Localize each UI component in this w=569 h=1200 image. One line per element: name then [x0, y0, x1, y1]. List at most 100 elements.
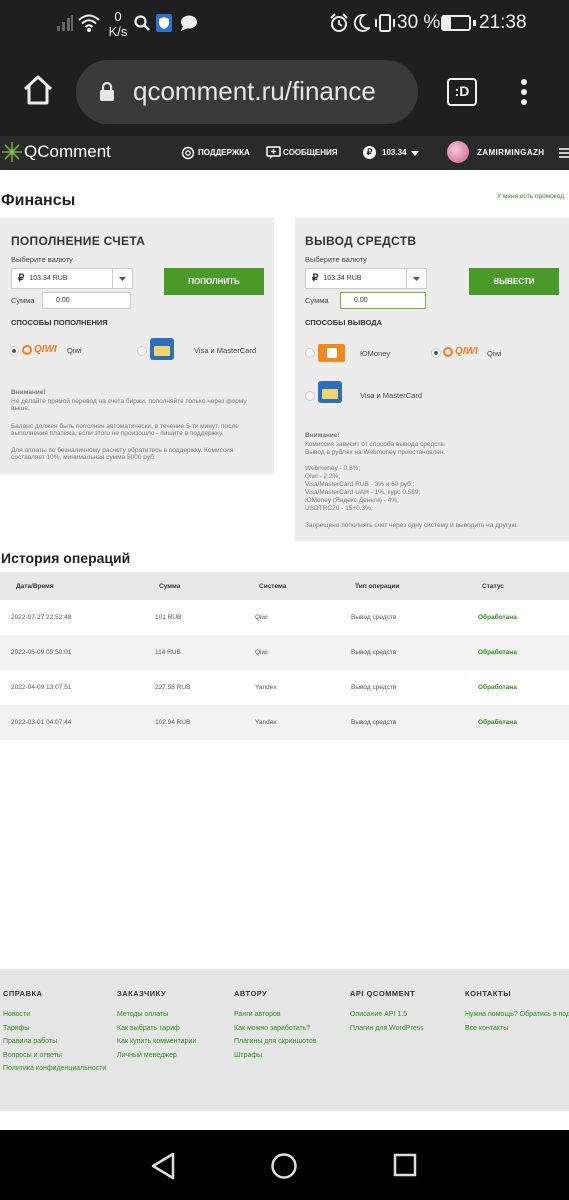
table-row: 2022-03-01 04:07:44 102.94 RUB Yandex Вы…: [0, 705, 569, 740]
footer-heading: API QCOMMENT: [350, 989, 416, 998]
more-icon[interactable]: [518, 77, 530, 107]
history-header: Дата/Время Сумма Система Тип операции Ст…: [0, 572, 569, 600]
qiwi-logo: QIWI: [22, 344, 57, 355]
withdraw-yumoney-radio[interactable]: [305, 348, 315, 358]
withdraw-title: ВЫВОД СРЕДСТВ: [305, 234, 417, 248]
col-date: Дата/Время: [0, 572, 143, 600]
recents-icon[interactable]: [393, 1153, 417, 1177]
alarm-icon: [330, 13, 348, 32]
withdraw-button[interactable]: ВЫВЕСТИ: [469, 268, 559, 295]
page-title: Финансы: [1, 192, 76, 209]
footer-col-customer: ЗАКАЗЧИКУ Методы оплаты Как выбрать тари…: [117, 989, 196, 1065]
fee-yumoney: ЮMoney (Яндекс.Деньги) - 4%;: [305, 497, 399, 504]
vibrate-icon: [375, 14, 395, 32]
qiwi-logo: QIWI: [443, 346, 478, 357]
footer-heading: СПРАВКА: [3, 989, 43, 998]
row-amount: 114 RUB: [143, 635, 241, 670]
footer-link[interactable]: Ранги авторов: [234, 1011, 317, 1019]
card-wallet-icon: [318, 381, 342, 403]
withdraw-card-radio[interactable]: [305, 391, 315, 401]
withdraw-method-card: Visa и MasterCard: [360, 391, 422, 400]
deposit-title: ПОПОЛНЕНИЕ СЧЕТА: [11, 234, 146, 248]
table-row: 2022-04-09 13:07:51 227.58 RUB Yandex Вы…: [0, 670, 569, 705]
deposit-methods-title: СПОСОБЫ ПОПОЛНЕНИЯ: [11, 318, 108, 327]
footer-link[interactable]: Как можно заработать?: [234, 1025, 317, 1033]
footer-col-api: API QCOMMENT Описание API 1.5 Плагин для…: [350, 989, 424, 1038]
withdraw-qiwi-radio[interactable]: [431, 348, 441, 358]
card-wallet-icon: [150, 338, 174, 360]
fee-qiwi: Qiwi - 2.2%;: [305, 473, 341, 480]
deposit-currency-select[interactable]: ₽ 103.34 RUB: [11, 268, 133, 289]
signal-icon: [57, 15, 73, 31]
row-date: 2022-04-09 13:07:51: [11, 684, 72, 691]
footer-link[interactable]: Описание API 1.5: [350, 1011, 424, 1019]
deposit-button[interactable]: ПОПОЛНИТЬ: [164, 268, 264, 295]
footer-link[interactable]: Как купить комментарии: [117, 1038, 196, 1046]
chevron-down-icon: [112, 269, 132, 288]
home-circle-icon[interactable]: [270, 1152, 298, 1180]
footer-link[interactable]: Плагины для скриншотов: [234, 1038, 317, 1046]
withdraw-currency-select[interactable]: ₽ 103.34 RUB: [305, 268, 427, 289]
back-icon[interactable]: [150, 1152, 176, 1180]
ruble-icon: ₽: [18, 273, 25, 284]
deposit-notice-3: Для оплаты по безналичному расчету обрат…: [11, 447, 234, 462]
footer-link[interactable]: Новости: [3, 1011, 106, 1019]
nav-balance[interactable]: 103.34: [382, 148, 406, 157]
withdraw-footer-note: Запрещено пополнять счет через одну сист…: [305, 522, 519, 529]
net-speed-value: 0: [114, 9, 122, 24]
menu-icon[interactable]: [559, 148, 569, 158]
status-bar: 0 K/s 30 % 21:38: [0, 0, 569, 52]
address-bar[interactable]: qcomment.ru/finance: [76, 60, 418, 124]
row-date: 2022-07-27 22:52:48: [11, 614, 72, 621]
nav-messages[interactable]: СООБЩЕНИЯ: [283, 148, 338, 157]
withdraw-amount-input[interactable]: 0.00: [340, 292, 426, 309]
row-amount: 102.94 RUB: [143, 705, 241, 740]
withdraw-notice-2: Вывод в рублях на Webmoney приостановлен…: [305, 449, 446, 456]
avatar[interactable]: [447, 141, 469, 163]
footer-col-help: СПРАВКА Новости Тарифы Правила работы Во…: [3, 989, 106, 1079]
home-icon[interactable]: [22, 74, 54, 106]
footer-link[interactable]: Все контакты: [465, 1025, 569, 1033]
lock-icon: [100, 81, 114, 101]
row-amount: 227.58 RUB: [155, 684, 191, 691]
row-date: 2022-05-09 05:50:01: [0, 635, 143, 670]
clock: 21:38: [479, 12, 527, 33]
withdraw-method-qiwi: Qiwi: [487, 349, 502, 358]
moon-icon: [353, 14, 370, 32]
footer-link[interactable]: Штрафы: [234, 1052, 317, 1060]
row-date: 2022-03-01 04:07:44: [0, 705, 143, 740]
footer-link[interactable]: Как выбрать тариф: [117, 1025, 196, 1033]
tabs-button[interactable]: :D: [447, 78, 477, 106]
deposit-amount-input[interactable]: 0.00: [42, 292, 131, 309]
footer-link[interactable]: Личный менеджер: [117, 1052, 196, 1060]
site-logo[interactable]: QComment: [24, 142, 111, 162]
promo-link[interactable]: У меня есть промокод: [497, 193, 564, 200]
row-amount: 101 RUB: [155, 614, 182, 621]
chevron-down-icon: [411, 151, 419, 156]
table-row: 2022-05-09 05:50:01 114 RUB Qiwi Вывод с…: [0, 635, 569, 670]
withdraw-method-yumoney: ЮMoney: [360, 349, 391, 358]
ruble-icon: ₽: [312, 273, 319, 284]
footer-link[interactable]: Вопросы и ответы: [3, 1052, 106, 1060]
footer-link[interactable]: Методы оплаты: [117, 1011, 196, 1019]
deposit-card-radio[interactable]: [137, 346, 147, 356]
row-system: Qiwi: [255, 614, 268, 621]
deposit-notice-1: Не делайте прямой перевод на счета биржи…: [11, 398, 247, 413]
net-speed-unit: K/s: [108, 24, 128, 39]
row-type: Вывод средств: [339, 705, 465, 740]
nav-support[interactable]: ПОДДЕРЖКА: [198, 148, 250, 157]
footer-link[interactable]: Плагин для WordPress: [350, 1025, 424, 1033]
row-status: Обработана: [465, 705, 569, 740]
nav-username[interactable]: ZAMIRMINGAZH: [477, 148, 544, 157]
site-nav: QComment ПОДДЕРЖКА СООБЩЕНИЯ ₽ 103.34 ZA…: [0, 136, 569, 170]
footer-heading: КОНТАКТЫ: [465, 989, 512, 998]
footer-link[interactable]: Тарифы: [3, 1025, 106, 1033]
deposit-qiwi-radio[interactable]: [9, 346, 19, 356]
footer-link[interactable]: Политика конфиденциальности: [3, 1065, 106, 1073]
ruble-icon: ₽: [363, 146, 376, 159]
fee-webmoney: Webmoney - 0.8%;: [305, 465, 361, 472]
withdraw-notice-1: Комиссия зависит от способа вывода средс…: [305, 441, 446, 448]
footer-link[interactable]: Правила работы: [3, 1038, 106, 1046]
footer-link[interactable]: Нужна помощь? Обратись в поддержку: [465, 1011, 569, 1019]
footer-heading: ЗАКАЗЧИКУ: [117, 989, 167, 998]
